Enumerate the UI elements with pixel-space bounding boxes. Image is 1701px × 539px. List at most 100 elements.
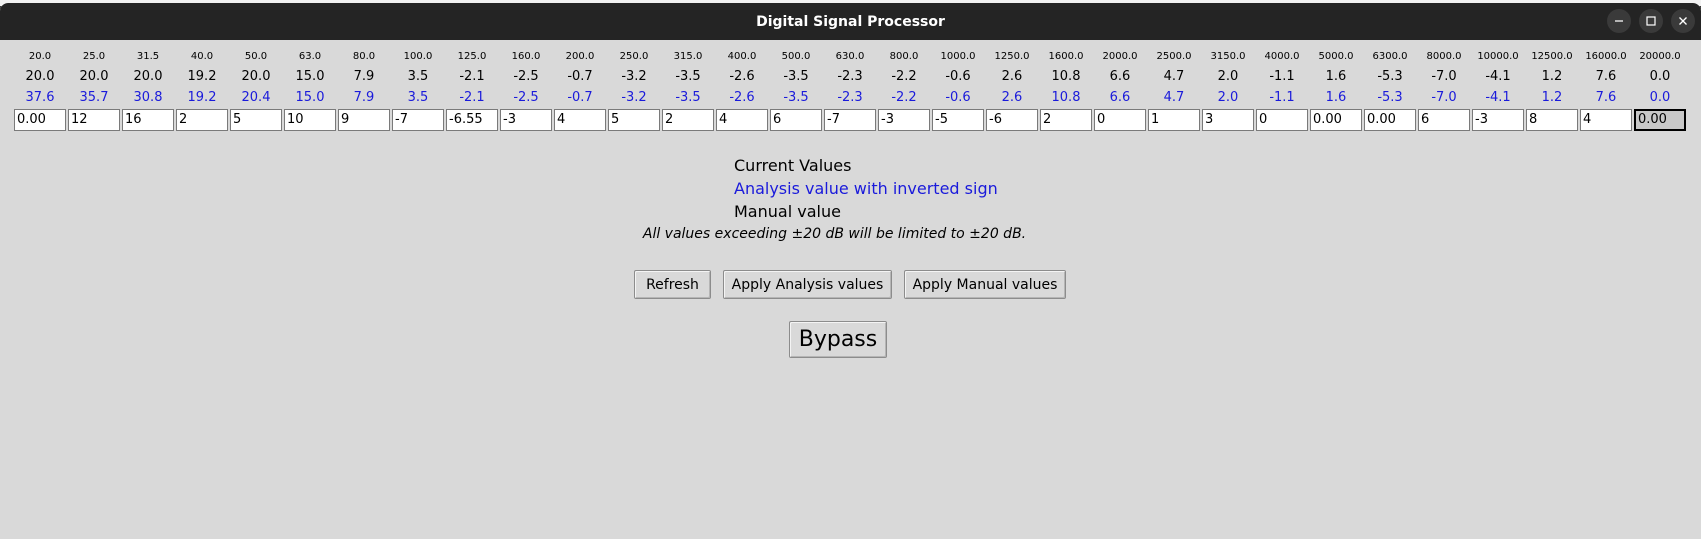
band-current-value: 7.9	[353, 69, 375, 84]
bypass-button[interactable]: Bypass	[789, 321, 887, 358]
band-current-value: -3.5	[675, 69, 701, 84]
band-current-value: 0.0	[1649, 69, 1671, 84]
band-manual-cell	[931, 108, 985, 132]
band-current-value: -7.0	[1431, 69, 1457, 84]
band-manual-input[interactable]	[1418, 108, 1470, 131]
band-frequency-label: 5000.0	[1318, 51, 1354, 62]
band-analysis-value: 4.7	[1163, 90, 1185, 105]
band-frequency-label: 40.0	[190, 51, 214, 62]
band-frequency-label: 500.0	[781, 51, 811, 62]
maximize-button[interactable]	[1639, 9, 1663, 33]
band-manual-input[interactable]	[1364, 108, 1416, 131]
band-frequency-label: 50.0	[244, 51, 268, 62]
band-manual-cell	[283, 108, 337, 132]
band-manual-input[interactable]	[878, 108, 930, 131]
band-manual-input[interactable]	[338, 108, 390, 131]
band-manual-input[interactable]	[230, 108, 282, 131]
band-manual-input[interactable]	[932, 108, 984, 131]
band-frequency-label: 20.0	[28, 51, 52, 62]
band-manual-cell	[769, 108, 823, 132]
band-current-value: 20.0	[241, 69, 271, 84]
band-manual-input[interactable]	[1094, 108, 1146, 131]
band-manual-input[interactable]	[1148, 108, 1200, 131]
band-frequency-label: 100.0	[403, 51, 433, 62]
apply-analysis-values-button[interactable]: Apply Analysis values	[723, 270, 892, 299]
band-manual-input[interactable]	[1580, 108, 1632, 131]
band-manual-cell	[67, 108, 121, 132]
band-manual-input[interactable]	[986, 108, 1038, 131]
band-current-value: -4.1	[1485, 69, 1511, 84]
refresh-button[interactable]: Refresh	[634, 270, 711, 299]
band-manual-input[interactable]	[1634, 108, 1686, 131]
band-manual-cell	[1147, 108, 1201, 132]
band-manual-input[interactable]	[770, 108, 822, 131]
equalizer-band-grid: 20.0 25.0 31.5 40.0 50.0 63.0 80.0 100.0 125.0 16…	[13, 48, 1687, 132]
band-manual-cell	[823, 108, 877, 132]
band-manual-input[interactable]	[284, 108, 336, 131]
apply-manual-values-button[interactable]: Apply Manual values	[904, 270, 1066, 299]
band-frequency-label: 25.0	[82, 51, 106, 62]
band-current-value: 20.0	[25, 69, 55, 84]
band-manual-cell	[229, 108, 283, 132]
band-manual-cell	[985, 108, 1039, 132]
limit-note-text: All values exceeding ±20 dB will be limi…	[642, 226, 1027, 242]
band-current-value: -2.5	[513, 69, 539, 84]
band-analysis-value: -3.5	[675, 90, 701, 105]
band-frequency-label: 200.0	[565, 51, 595, 62]
close-button[interactable]	[1671, 9, 1695, 33]
band-manual-input[interactable]	[1202, 108, 1254, 131]
band-manual-cell	[1471, 108, 1525, 132]
band-manual-input[interactable]	[554, 108, 606, 131]
band-current-value: 3.5	[407, 69, 429, 84]
band-analysis-value: 7.6	[1595, 90, 1617, 105]
band-manual-input[interactable]	[608, 108, 660, 131]
band-manual-cell	[715, 108, 769, 132]
band-manual-input[interactable]	[1040, 108, 1092, 131]
band-analysis-value: 37.6	[25, 90, 55, 105]
band-manual-cell	[553, 108, 607, 132]
band-current-value: 19.2	[187, 69, 217, 84]
band-current-value: -3.5	[783, 69, 809, 84]
band-frequency-label: 10000.0	[1477, 51, 1519, 62]
band-current-value: 7.6	[1595, 69, 1617, 84]
band-manual-cell	[1201, 108, 1255, 132]
band-manual-input[interactable]	[68, 108, 120, 131]
minimize-button[interactable]	[1607, 9, 1631, 33]
band-manual-cell	[445, 108, 499, 132]
band-manual-input[interactable]	[122, 108, 174, 131]
band-manual-input[interactable]	[824, 108, 876, 131]
band-manual-cell	[877, 108, 931, 132]
band-analysis-value: -4.1	[1485, 90, 1511, 105]
band-current-value: 6.6	[1109, 69, 1131, 84]
band-manual-input[interactable]	[176, 108, 228, 131]
band-manual-cell	[1309, 108, 1363, 132]
band-frequency-label: 250.0	[619, 51, 649, 62]
band-manual-input[interactable]	[14, 108, 66, 131]
band-manual-input[interactable]	[446, 108, 498, 131]
band-manual-cell	[1417, 108, 1471, 132]
band-analysis-value: -2.5	[513, 90, 539, 105]
band-manual-input[interactable]	[1310, 108, 1362, 131]
band-analysis-value: -5.3	[1377, 90, 1403, 105]
titlebar[interactable]: Digital Signal Processor	[0, 3, 1701, 40]
band-manual-input[interactable]	[1526, 108, 1578, 131]
band-manual-input[interactable]	[662, 108, 714, 131]
band-current-value: 20.0	[133, 69, 163, 84]
band-frequency-label: 400.0	[727, 51, 757, 62]
band-current-value: 1.2	[1541, 69, 1563, 84]
window-title: Digital Signal Processor	[756, 13, 945, 30]
band-analysis-value: 10.8	[1051, 90, 1081, 105]
band-manual-input[interactable]	[500, 108, 552, 131]
band-manual-input[interactable]	[1256, 108, 1308, 131]
band-frequency-label: 3150.0	[1210, 51, 1246, 62]
band-manual-input[interactable]	[1472, 108, 1524, 131]
band-manual-cell	[1363, 108, 1417, 132]
band-manual-cell	[607, 108, 661, 132]
band-analysis-value: 7.9	[353, 90, 375, 105]
band-frequency-label: 63.0	[298, 51, 322, 62]
band-manual-input[interactable]	[716, 108, 768, 131]
band-analysis-value: 2.0	[1217, 90, 1239, 105]
band-frequency-label: 1600.0	[1048, 51, 1084, 62]
band-manual-input[interactable]	[392, 108, 444, 131]
band-frequency-label: 12500.0	[1531, 51, 1573, 62]
